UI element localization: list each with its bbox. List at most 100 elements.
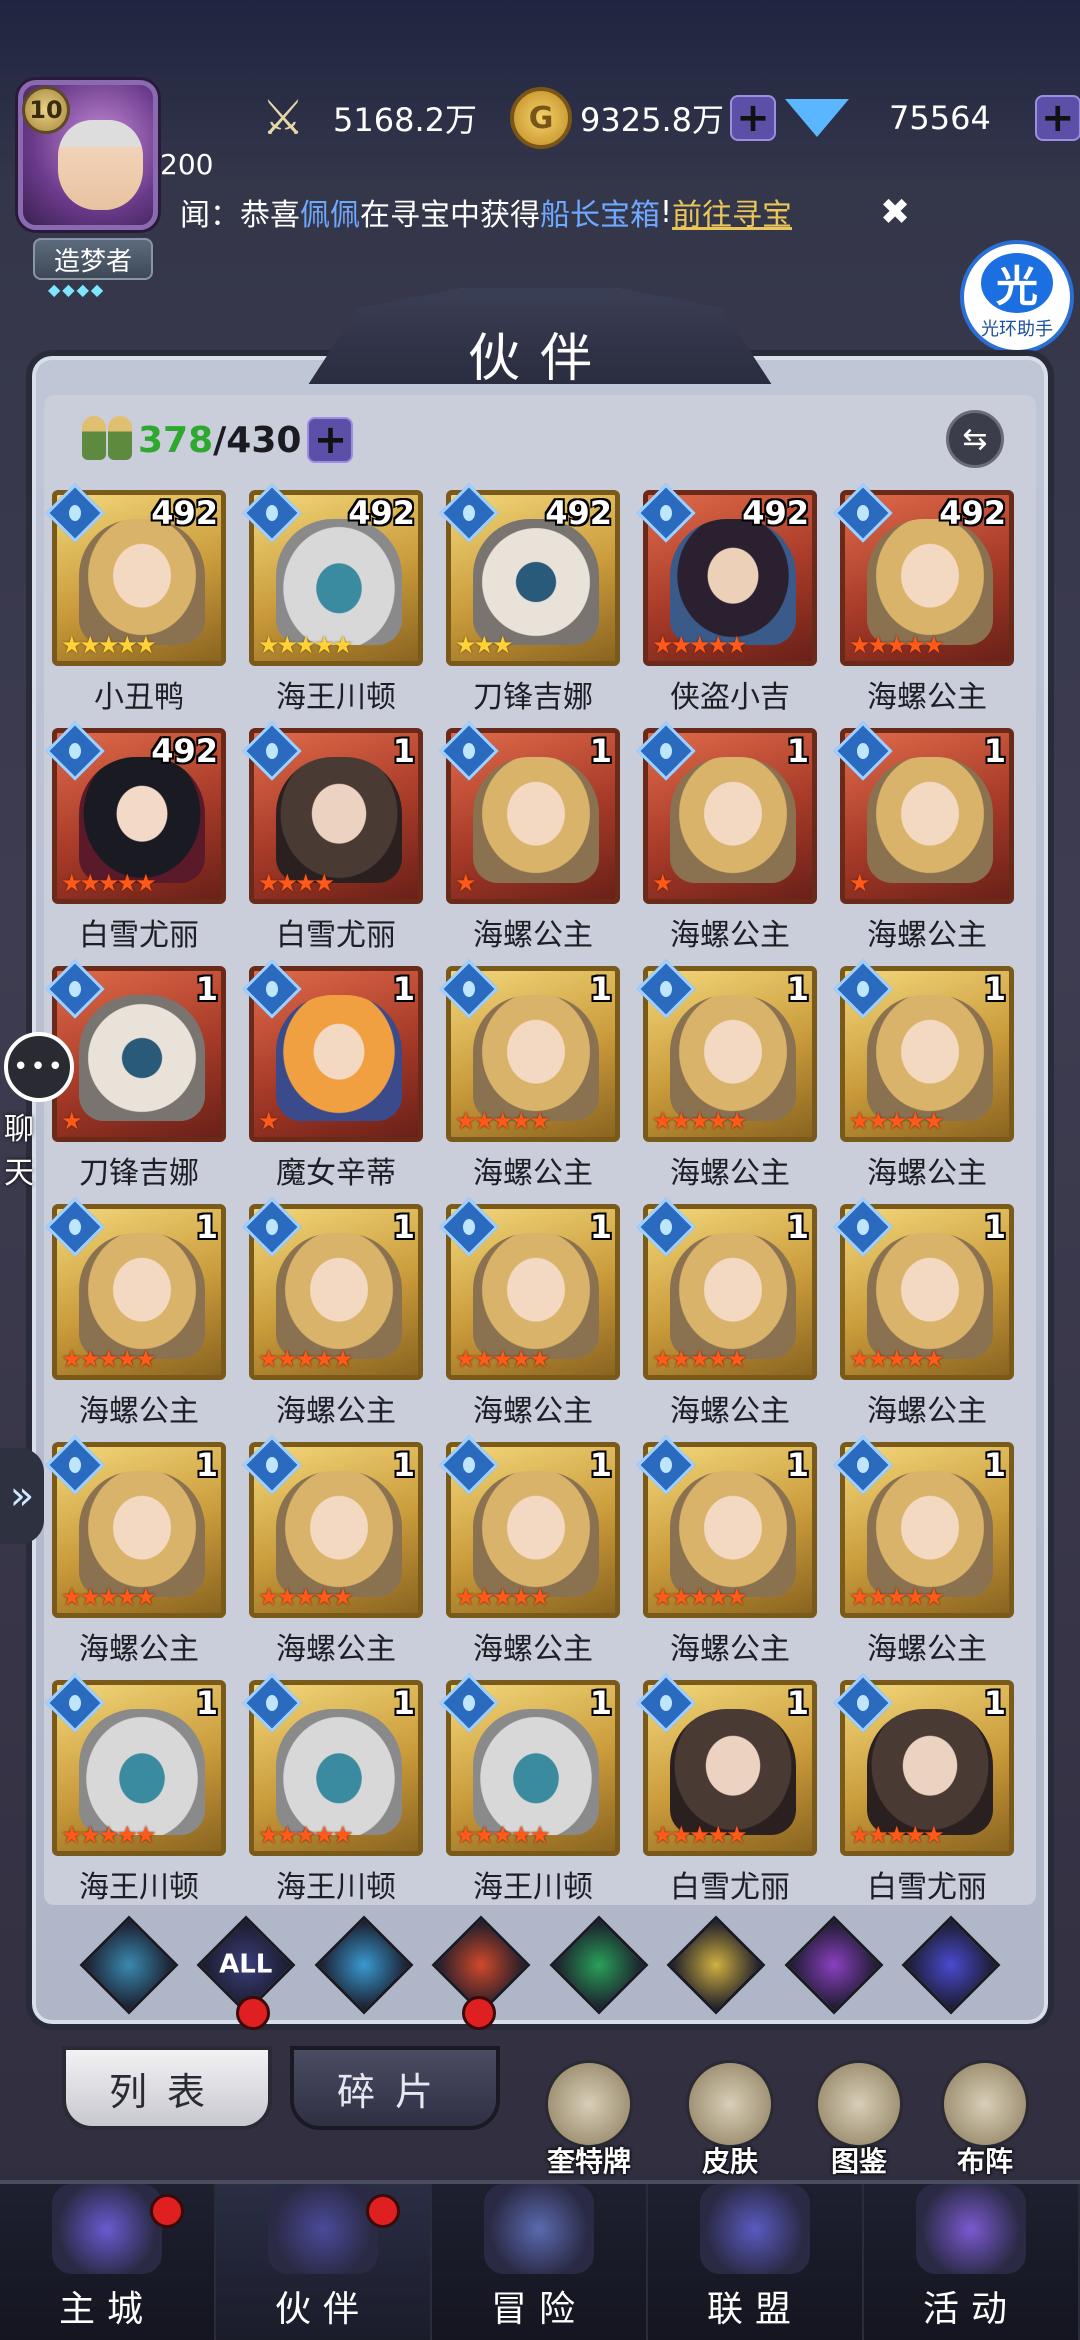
nav-label: 联盟 <box>706 2289 803 2330</box>
partner-card[interactable]: ★★★★★ 1 海螺公主 <box>833 1197 1014 1429</box>
codex-button[interactable]: 图鉴 <box>804 2060 914 2180</box>
light-filter[interactable] <box>666 1915 766 2015</box>
partner-stars: ★★★★★ <box>849 1345 945 1373</box>
partner-name: 海螺公主 <box>867 918 987 953</box>
skin-icon <box>686 2060 774 2148</box>
sort-swap-button[interactable]: ⇆ <box>946 410 1004 468</box>
partner-stars: ★ <box>849 869 870 897</box>
news-ticker[interactable]: 闻：恭喜 佩佩 在寻宝中获得 船长宝箱 ! 前往寻宝 <box>180 186 920 238</box>
partner-card[interactable]: ★★★★★ 492 海王川顿 <box>242 483 423 715</box>
partner-name: 白雪尤丽 <box>79 918 199 953</box>
title-banner: 伙伴 <box>280 288 800 398</box>
partner-portrait <box>670 1233 796 1359</box>
partner-card[interactable]: ★★★★★ 492 白雪尤丽 <box>45 721 226 953</box>
expand-side-arrow-icon[interactable]: » <box>0 1448 44 1544</box>
formation-label: 布阵 <box>956 2145 1013 2178</box>
partner-level: 492 <box>939 494 1006 532</box>
partner-card[interactable]: ★★★★★ 1 海螺公主 <box>242 1197 423 1429</box>
partner-card[interactable]: ★★★★★ 1 海螺公主 <box>833 1435 1014 1667</box>
tarot-button[interactable]: 奎特牌 <box>534 2060 644 2180</box>
partner-portrait <box>670 1709 796 1835</box>
partner-card[interactable]: ★★★★★ 1 海王川顿 <box>45 1673 226 1905</box>
partner-level: 1 <box>392 1684 415 1722</box>
partner-card[interactable]: ★★★★★ 1 海螺公主 <box>439 959 620 1191</box>
partner-card[interactable]: ★★★★★ 492 小丑鸭 <box>45 483 226 715</box>
player-avatar[interactable]: 10 200 造梦者 ◆◆◆◆ <box>8 72 213 299</box>
partner-card[interactable]: ★★★★★ 1 海螺公主 <box>636 1197 817 1429</box>
dark-filter[interactable] <box>784 1915 884 2015</box>
partner-name: 海螺公主 <box>867 1632 987 1667</box>
wind-filter[interactable] <box>549 1915 649 2015</box>
partner-stars: ★★★★★ <box>61 631 157 659</box>
partner-card[interactable]: ★★★★★ 1 白雪尤丽 <box>833 1673 1014 1905</box>
partner-level: 492 <box>151 732 218 770</box>
partner-card[interactable]: ★★★ 492 刀锋吉娜 <box>439 483 620 715</box>
partner-name: 海王川顿 <box>276 680 396 715</box>
partner-level: 492 <box>545 494 612 532</box>
chat-button[interactable]: ••• 聊天 <box>4 1032 80 1191</box>
cosmic-filter[interactable] <box>901 1915 1001 2015</box>
partner-card[interactable]: ★★★★★ 1 海螺公主 <box>439 1435 620 1667</box>
partner-stars: ★★★★★ <box>652 1345 748 1373</box>
faction-filter[interactable] <box>79 1915 179 2015</box>
news-bang: ! <box>660 194 673 230</box>
partner-card[interactable]: ★★★★ 1 白雪尤丽 <box>242 721 423 953</box>
partner-card[interactable]: ★★★★★ 1 海螺公主 <box>833 959 1014 1191</box>
partner-level: 1 <box>589 1684 612 1722</box>
partner-card[interactable]: ★★★★★ 1 海螺公主 <box>45 1435 226 1667</box>
partner-card[interactable]: ★★★★★ 1 海螺公主 <box>45 1197 226 1429</box>
halo-helper-button[interactable]: 光 光环助手 <box>960 240 1074 354</box>
partner-portrait <box>79 995 205 1121</box>
expand-capacity-button[interactable]: + <box>307 417 354 463</box>
skin-button[interactable]: 皮肤 <box>675 2060 785 2180</box>
partner-card[interactable]: ★ 1 魔女辛蒂 <box>242 959 423 1191</box>
nav-label: 主城 <box>58 2289 155 2330</box>
partner-card[interactable]: ★★★★★ 1 海王川顿 <box>242 1673 423 1905</box>
nav-label: 伙伴 <box>274 2289 371 2330</box>
nav-item-3[interactable]: 联盟 <box>648 2184 864 2340</box>
partner-card[interactable]: ★ 1 海螺公主 <box>439 721 620 953</box>
partner-name: 海螺公主 <box>473 1632 593 1667</box>
partner-level: 1 <box>195 1208 218 1246</box>
partner-level: 1 <box>983 1684 1006 1722</box>
rank-stars: ◆◆◆◆ <box>48 280 106 299</box>
partner-card[interactable]: ★★★★★ 1 白雪尤丽 <box>636 1673 817 1905</box>
partner-card[interactable]: ★ 1 海螺公主 <box>636 721 817 953</box>
partner-card[interactable]: ★★★★★ 1 海王川顿 <box>439 1673 620 1905</box>
partner-level: 492 <box>151 494 218 532</box>
tab-list[interactable]: 列表 <box>62 2046 272 2130</box>
nav-item-1[interactable]: 伙伴 <box>216 2184 432 2340</box>
player-level-badge: 10 <box>22 86 70 134</box>
partner-card[interactable]: ★★★★★ 1 海螺公主 <box>636 959 817 1191</box>
news-link[interactable]: 前往寻宝 <box>672 190 792 234</box>
close-news-icon[interactable]: ✖ <box>880 192 910 233</box>
partner-portrait <box>473 1471 599 1597</box>
partner-card[interactable]: ★★★★★ 1 海螺公主 <box>439 1197 620 1429</box>
partner-card[interactable]: ★★★★★ 1 海螺公主 <box>242 1435 423 1667</box>
nav-item-2[interactable]: 冒险 <box>432 2184 648 2340</box>
partner-name: 海螺公主 <box>670 1156 790 1191</box>
partner-level: 1 <box>589 970 612 1008</box>
news-item: 船长宝箱 <box>540 198 660 233</box>
partner-card[interactable]: ★ 1 海螺公主 <box>833 721 1014 953</box>
partner-portrait <box>276 1233 402 1359</box>
partner-card[interactable]: ★★★★★ 492 侠盗小吉 <box>636 483 817 715</box>
diamond-icon <box>785 99 849 137</box>
partner-level: 1 <box>392 732 415 770</box>
water-filter[interactable] <box>314 1915 414 2015</box>
add-gold-button[interactable]: + <box>729 95 776 141</box>
partner-card[interactable]: ★★★★★ 492 海螺公主 <box>833 483 1014 715</box>
tab-fragments[interactable]: 碎片 <box>290 2046 500 2130</box>
formation-button[interactable]: 布阵 <box>930 2060 1040 2180</box>
partner-portrait <box>276 1709 402 1835</box>
partner-stars: ★★★★★ <box>258 1821 354 1849</box>
partner-portrait <box>473 757 599 883</box>
nav-item-0[interactable]: 主城 <box>0 2184 216 2340</box>
partner-level: 1 <box>589 1208 612 1246</box>
nav-item-4[interactable]: 活动 <box>864 2184 1080 2340</box>
nav-icon <box>484 2184 594 2274</box>
partner-level: 1 <box>786 1446 809 1484</box>
partner-stars: ★★★★★ <box>849 631 945 659</box>
add-diamond-button[interactable]: + <box>1034 95 1080 141</box>
partner-card[interactable]: ★★★★★ 1 海螺公主 <box>636 1435 817 1667</box>
